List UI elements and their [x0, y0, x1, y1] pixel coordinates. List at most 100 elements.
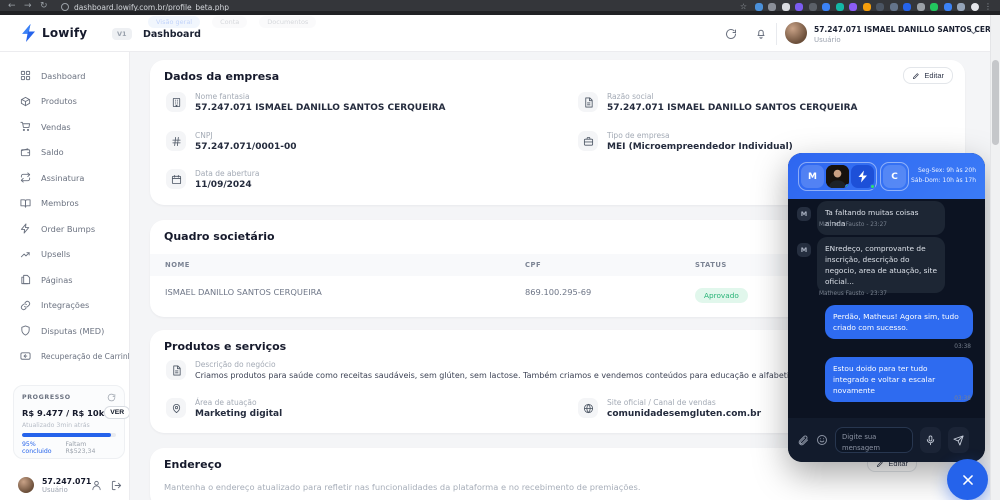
- mic-button[interactable]: [920, 427, 941, 453]
- extension-icon[interactable]: [781, 2, 790, 11]
- extension-icon[interactable]: [903, 2, 911, 11]
- chat-message-input[interactable]: Digite sua mensagem: [835, 427, 913, 453]
- browser-strip: [0, 11, 1000, 15]
- site-info-icon[interactable]: [61, 3, 69, 11]
- sidebar-item-saldo[interactable]: Saldo: [0, 140, 129, 166]
- close-icon: [962, 474, 973, 485]
- col-cpf: CPF: [525, 261, 542, 269]
- extension-icon[interactable]: [808, 2, 817, 11]
- field-data-abertura: Data de abertura 11/09/2024: [166, 169, 259, 190]
- browser-forward-icon[interactable]: →: [24, 1, 32, 11]
- screen: ← → ↻ dashboard.lowify.com.br/profile_be…: [0, 0, 1000, 500]
- company-edit-button[interactable]: Editar: [903, 67, 953, 84]
- header-divider: [776, 23, 777, 45]
- outgoing-message: Estou doido para ter tudo integrado e vo…: [825, 357, 973, 403]
- chat-close-button[interactable]: [947, 459, 988, 500]
- box-icon: [20, 96, 31, 106]
- field-razao-social: Razão social 57.247.071 ISMAEL DANILLO S…: [578, 92, 858, 113]
- field-nome-fantasia: Nome fantasia 57.247.071 ISMAEL DANILLO …: [166, 92, 446, 113]
- hash-icon: [171, 136, 181, 146]
- extension-icon[interactable]: [930, 2, 938, 11]
- sidebar-user-id: 57.247.071: [42, 476, 92, 486]
- refresh-icon[interactable]: [107, 393, 116, 402]
- scrollbar-thumb[interactable]: [992, 60, 999, 145]
- progress-amount: R$ 9.477 / R$ 10k: [22, 407, 105, 418]
- paperclip-icon[interactable]: [797, 434, 809, 446]
- extension-icon[interactable]: [943, 2, 952, 11]
- extension-icon[interactable]: [849, 2, 857, 11]
- progress-bar: [22, 433, 116, 437]
- extension-icon[interactable]: [862, 2, 871, 11]
- doc-icon: [172, 365, 181, 375]
- refresh-button[interactable]: [723, 26, 739, 42]
- online-dot: [870, 184, 875, 189]
- chat-widget: M C Seg-Sex: 9h às 20h Sáb-Dom: 10h às 1…: [788, 153, 985, 462]
- sidebar-nav: Dashboard Produtos Vendas Saldo Assinatu…: [0, 63, 129, 370]
- tab-visao-geral[interactable]: Visão geral: [148, 16, 201, 28]
- extension-icon[interactable]: [754, 2, 763, 11]
- extension-icon[interactable]: [916, 2, 925, 11]
- message-meta: Matheus Fausto - 23:27: [819, 222, 887, 228]
- tab-documentos[interactable]: Documentos: [259, 16, 317, 28]
- browser-reload-icon[interactable]: ↻: [40, 1, 48, 11]
- person-icon[interactable]: [91, 480, 102, 491]
- sidebar-item-disputas[interactable]: Disputas (MED): [0, 318, 129, 344]
- chat-messages[interactable]: M Ta faltando muitas coisas ainda Matheu…: [788, 199, 985, 418]
- extension-icon[interactable]: [957, 2, 965, 11]
- sidebar-item-produtos[interactable]: Produtos: [0, 89, 129, 115]
- pages-icon: [21, 275, 31, 285]
- logout-icon[interactable]: [111, 480, 122, 491]
- sidebar-user: 57.247.071 Usuário: [0, 470, 129, 500]
- cell-cpf: 869.100.295-69: [525, 287, 592, 297]
- message-time: 03:38: [954, 344, 971, 350]
- sidebar-item-paginas[interactable]: Páginas: [0, 267, 129, 293]
- extension-icon[interactable]: [889, 2, 898, 11]
- address-card-title: Endereço: [164, 458, 222, 471]
- chat-input-row: Digite sua mensagem: [788, 418, 985, 462]
- tab-conta[interactable]: Conta: [212, 16, 248, 28]
- chat-avatar-photo: [826, 165, 849, 188]
- chat-header: M C Seg-Sex: 9h às 20h Sáb-Dom: 10h às 1…: [788, 153, 985, 199]
- browser-menu-icon[interactable]: ⋮: [984, 2, 992, 11]
- extension-icon[interactable]: [822, 2, 830, 11]
- sidebar-item-membros[interactable]: Membros: [0, 191, 129, 217]
- sidebar-item-dashboard[interactable]: Dashboard: [0, 63, 129, 89]
- browser-profile-icon[interactable]: [970, 2, 979, 11]
- browser-back-icon[interactable]: ←: [8, 1, 16, 11]
- user-role: Usuário: [814, 36, 841, 44]
- bookmark-star-icon[interactable]: ☆: [740, 2, 747, 11]
- ver-button[interactable]: VER: [104, 406, 129, 419]
- col-nome: NOME: [165, 261, 190, 269]
- sidebar-item-order-bumps[interactable]: Order Bumps: [0, 216, 129, 242]
- incoming-message: Ta faltando muitas coisas ainda: [817, 201, 945, 236]
- field-area-atuacao: Área de atuação Marketing digital: [166, 398, 282, 419]
- send-button[interactable]: [948, 427, 969, 453]
- send-icon: [953, 434, 964, 446]
- online-dot: [845, 184, 849, 188]
- page-scrollbar[interactable]: [990, 15, 1000, 500]
- pencil-icon: [913, 72, 920, 79]
- sidebar-item-integracoes[interactable]: Integrações: [0, 293, 129, 319]
- emoji-icon[interactable]: [816, 434, 828, 446]
- sidebar: Dashboard Produtos Vendas Saldo Assinatu…: [0, 52, 130, 500]
- globe-icon: [583, 403, 593, 413]
- extension-icon[interactable]: [795, 2, 803, 11]
- status-badge: Aprovado: [695, 287, 748, 303]
- sidebar-user-avatar[interactable]: [18, 477, 34, 493]
- notifications-bell-icon[interactable]: [753, 26, 769, 42]
- extension-icon[interactable]: [768, 2, 776, 11]
- extension-icon[interactable]: [835, 2, 844, 11]
- progress-remaining: Faltam R$523,34: [65, 441, 96, 455]
- chevron-down-icon[interactable]: [969, 28, 978, 37]
- cell-nome: ISMAEL DANILLO SANTOS CERQUEIRA: [165, 287, 322, 297]
- sidebar-item-recuperacao-carrinho[interactable]: Recuperação de Carrinho: [0, 344, 129, 370]
- sidebar-item-vendas[interactable]: Vendas: [0, 114, 129, 140]
- grid-icon: [20, 71, 31, 81]
- version-badge: V1: [112, 28, 132, 40]
- sidebar-item-assinatura[interactable]: Assinatura: [0, 165, 129, 191]
- sidebar-item-upsells[interactable]: Upsells: [0, 242, 129, 268]
- extension-icon[interactable]: [876, 2, 884, 11]
- user-avatar[interactable]: [785, 22, 807, 44]
- page-title: Dashboard: [143, 29, 201, 40]
- chat-hours: Seg-Sex: 9h às 20h Sáb-Dom: 10h às 17h: [910, 167, 976, 185]
